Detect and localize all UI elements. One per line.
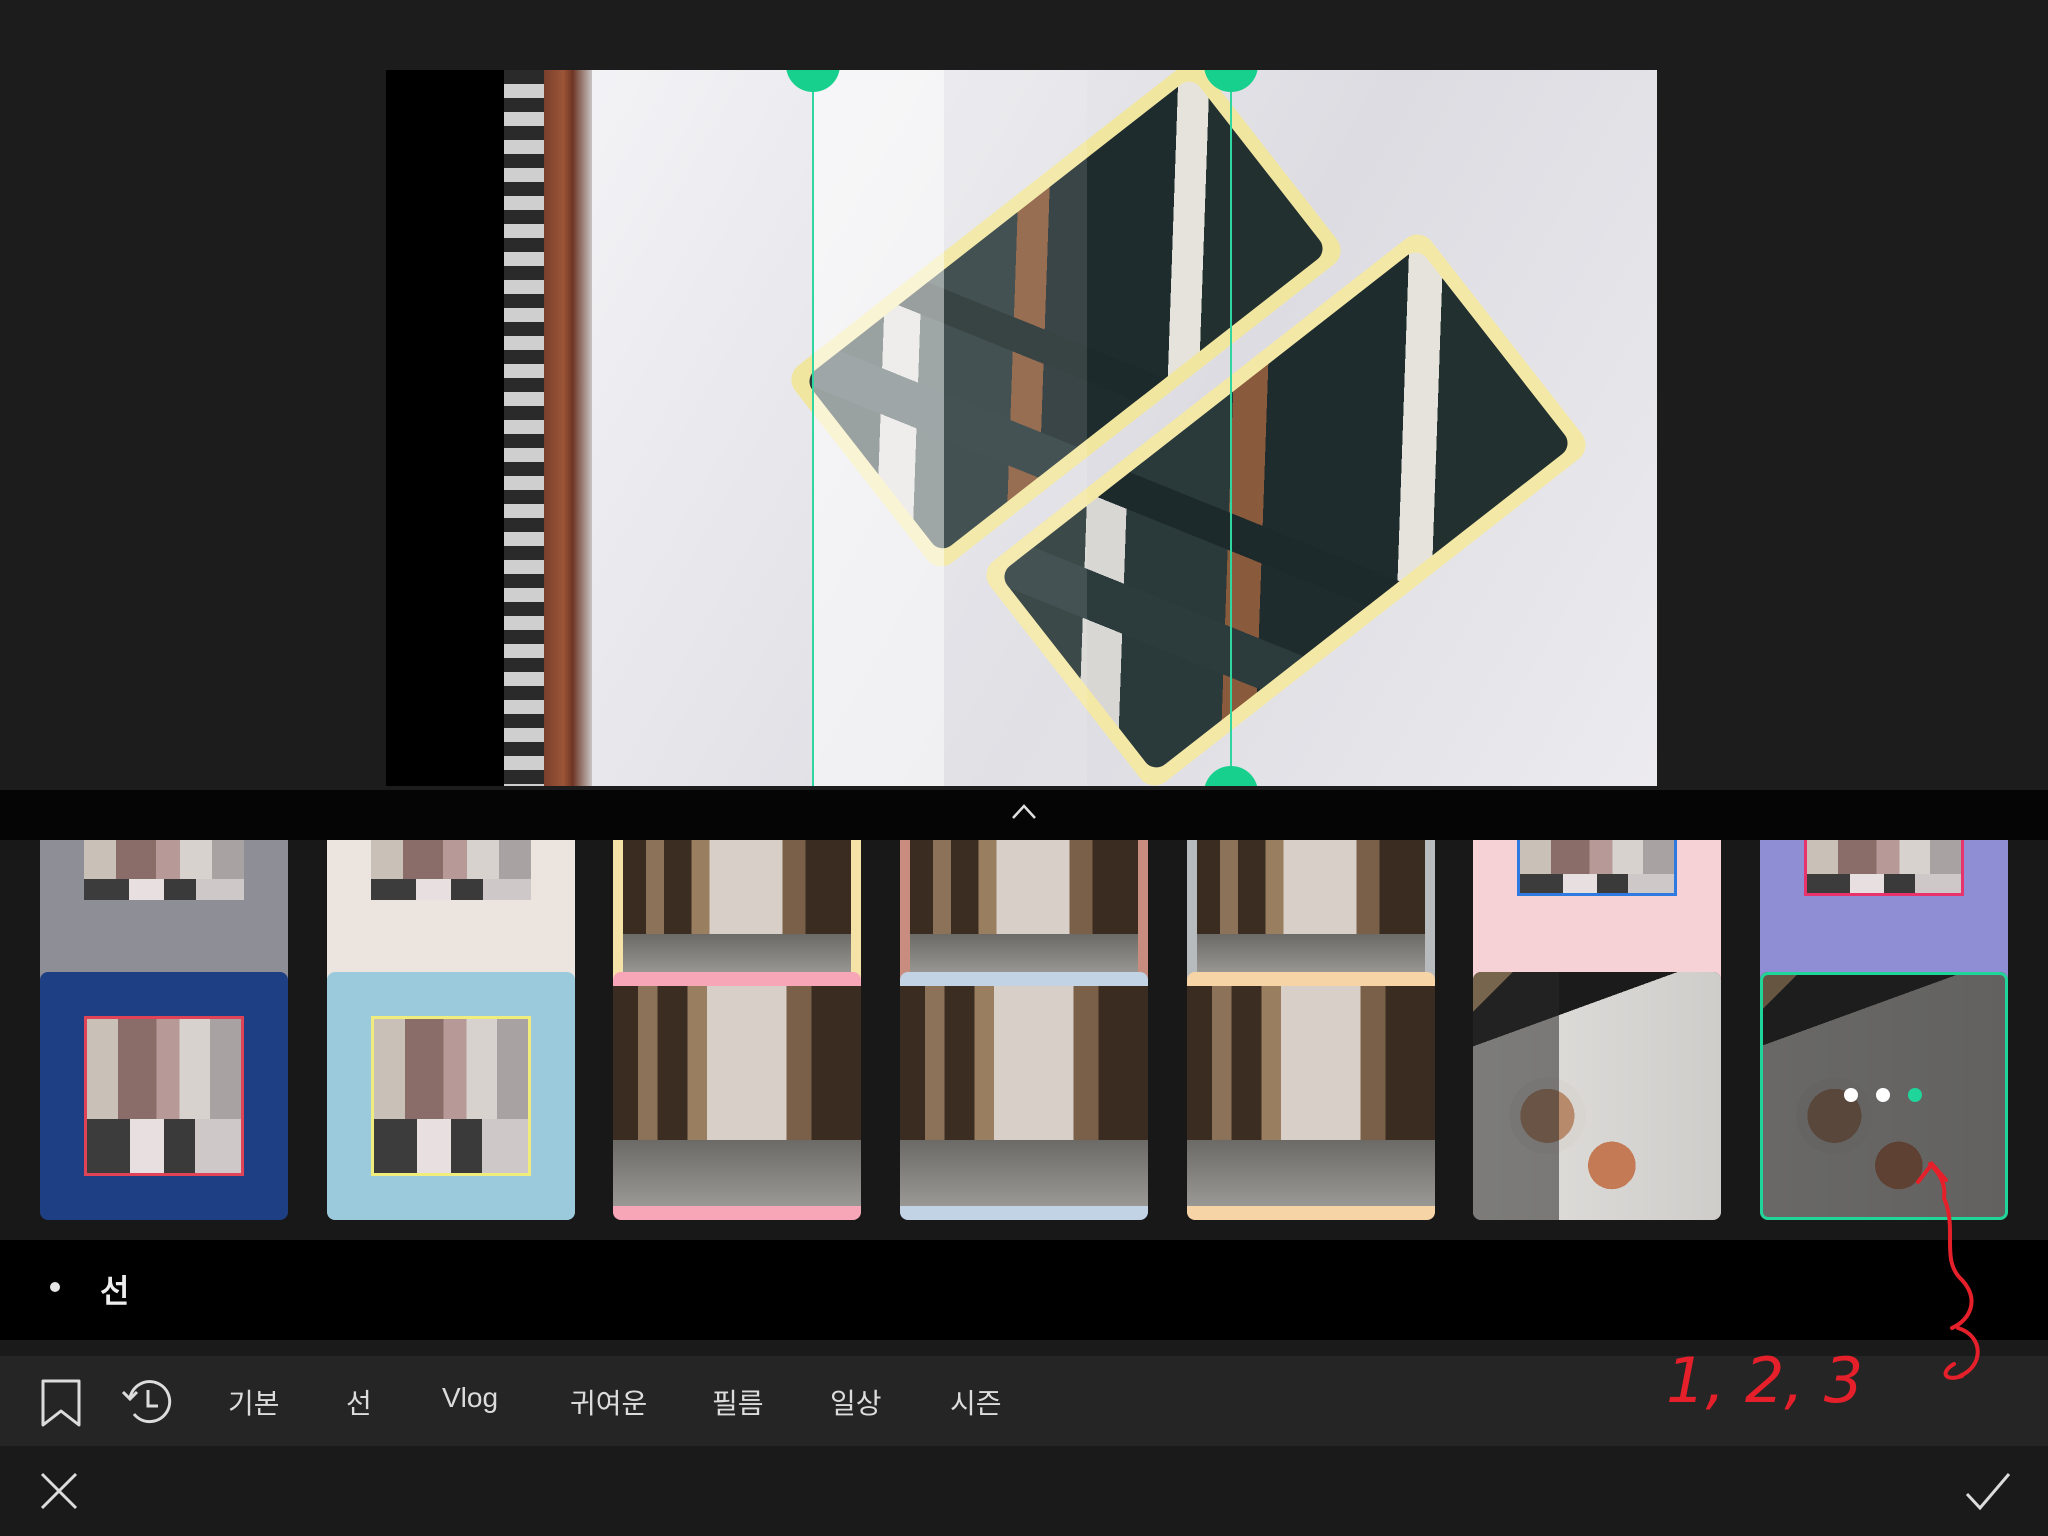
template-thumbnail-selected[interactable] (1760, 972, 2008, 1220)
template-thumbnail[interactable] (900, 972, 1148, 1220)
template-thumbnail[interactable] (327, 840, 575, 992)
close-icon[interactable] (38, 1470, 80, 1512)
thumbnail-photo (1804, 840, 1964, 896)
template-thumbnail[interactable] (613, 972, 861, 1220)
thumbnail-photo (84, 1016, 244, 1176)
thumbnail-photo (371, 1016, 531, 1176)
template-thumbnail[interactable] (40, 972, 288, 1220)
thumbnail-photo (623, 840, 851, 974)
template-grid (0, 840, 2048, 1240)
action-bar (0, 1446, 2048, 1536)
check-icon[interactable] (1964, 1470, 2012, 1512)
template-thumbnail[interactable] (327, 972, 575, 1220)
split-dim-overlay (1473, 972, 1559, 1220)
split-guide-right[interactable] (1230, 70, 1232, 786)
template-thumbnail[interactable] (1473, 840, 1721, 992)
preview-photo-detail (544, 70, 592, 786)
template-thumbnail[interactable] (1187, 840, 1435, 992)
section-header: 선 (0, 1240, 2048, 1340)
bookmark-icon[interactable] (38, 1378, 84, 1428)
template-thumbnail[interactable] (40, 840, 288, 992)
transition-overlay (814, 70, 944, 786)
thumbnail-photo (84, 840, 244, 900)
thumbnail-photo (900, 986, 1148, 1206)
letterbox (386, 70, 504, 786)
thumbnail-photo (1517, 840, 1677, 896)
split-guide-left[interactable] (812, 70, 814, 786)
selection-ring (1760, 972, 2008, 1220)
template-thumbnail[interactable] (900, 840, 1148, 992)
thumbnail-photo (1187, 986, 1435, 1206)
category-tab-bar: 기본 선 Vlog 귀여운 필름 일상 시즌 (0, 1356, 2048, 1446)
section-title: 선 (100, 1272, 130, 1310)
panel-collapse-bar[interactable] (0, 790, 2048, 840)
thumbnail-photo (910, 840, 1138, 974)
tab-basic[interactable]: 기본 (228, 1382, 280, 1422)
thumbnail-photo (1197, 840, 1425, 974)
chevron-up-icon[interactable] (1010, 798, 1038, 826)
tab-season[interactable]: 시즌 (950, 1382, 1002, 1422)
transition-overlay (944, 70, 1087, 786)
tab-line[interactable]: 선 (346, 1382, 372, 1422)
preview-photo-detail (504, 70, 544, 786)
thumbnail-photo (613, 986, 861, 1206)
tab-cute[interactable]: 귀여운 (570, 1382, 647, 1422)
history-icon[interactable] (120, 1374, 176, 1430)
template-thumbnail[interactable] (1187, 972, 1435, 1220)
video-preview (0, 0, 2048, 790)
preview-frame[interactable] (386, 70, 1657, 786)
tab-daily[interactable]: 일상 (830, 1382, 882, 1422)
template-thumbnail[interactable] (1760, 840, 2008, 992)
section-bullet (50, 1282, 60, 1292)
tab-vlog[interactable]: Vlog (442, 1382, 498, 1414)
thumbnail-photo (371, 840, 531, 900)
tab-film[interactable]: 필름 (712, 1382, 764, 1422)
template-thumbnail[interactable] (1473, 972, 1721, 1220)
template-thumbnail[interactable] (613, 840, 861, 992)
